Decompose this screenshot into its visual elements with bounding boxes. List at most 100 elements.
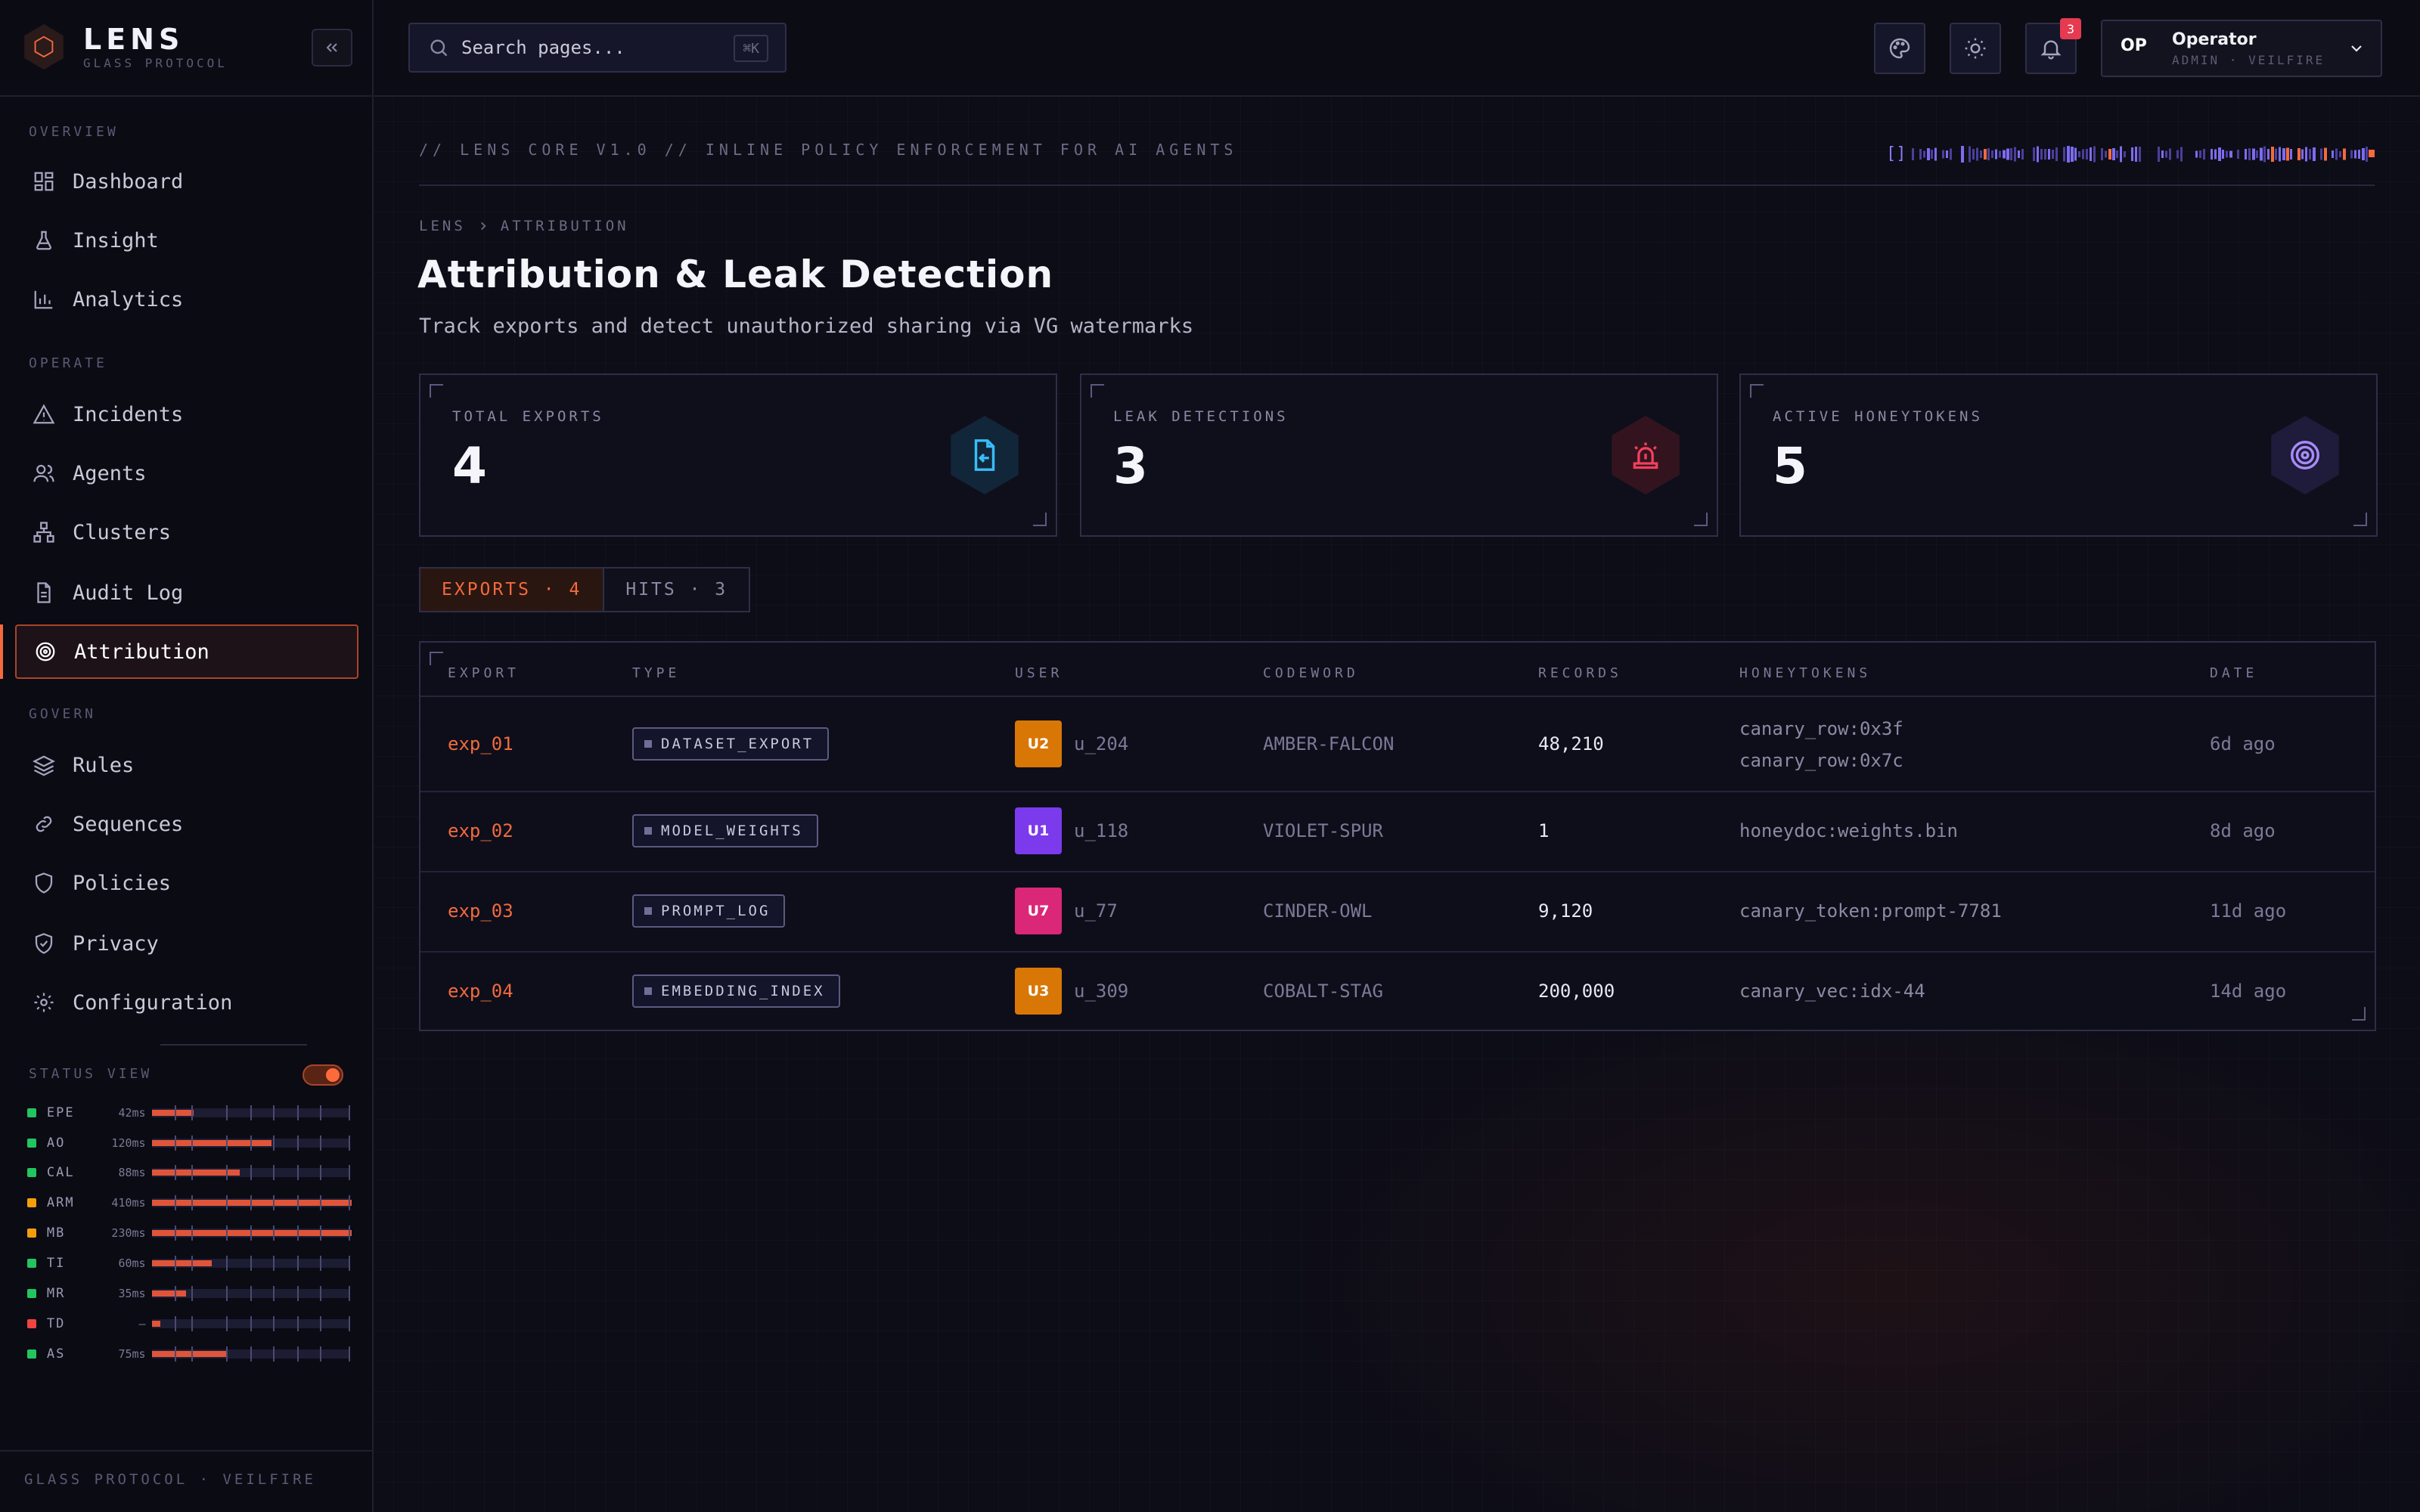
- sparkline-tick: [2301, 149, 2304, 160]
- latency-tick: [272, 1346, 275, 1362]
- collapse-sidebar-button[interactable]: [312, 29, 352, 67]
- latency-tick: [174, 1165, 176, 1180]
- status-row: CAL 88ms: [27, 1163, 350, 1182]
- latency-tick: [225, 1165, 228, 1180]
- tab-exports[interactable]: EXPORTS · 4: [420, 569, 605, 611]
- sparkline-tick: [2063, 147, 2065, 162]
- latency-tick: [225, 1346, 228, 1362]
- sidebar-item-dashboard[interactable]: Dashboard: [15, 154, 358, 209]
- status-view-toggle[interactable]: [302, 1064, 343, 1086]
- tab-bar: EXPORTS · 4 HITS · 3: [419, 567, 751, 612]
- user-menu[interactable]: OP Operator ADMIN · VEILFIRE: [2101, 20, 2382, 77]
- notifications-button[interactable]: 3: [2025, 18, 2081, 74]
- column-header-codeword[interactable]: CODEWORD: [1263, 665, 1359, 681]
- latency-tick: [272, 1165, 275, 1180]
- row-divider: [420, 951, 2375, 953]
- sidebar-item-policies[interactable]: Policies: [15, 856, 358, 910]
- sidebar-item-analytics[interactable]: Analytics: [15, 272, 358, 327]
- latency-tick: [348, 1105, 350, 1120]
- sparkline-tick: [2203, 149, 2205, 160]
- sparkline-tick: [1942, 150, 1944, 159]
- latency-tick: [319, 1316, 321, 1331]
- theme-toggle-button[interactable]: [1950, 23, 2001, 74]
- sparkline-tick: [2135, 147, 2137, 162]
- status-code: AS: [46, 1346, 66, 1362]
- type-badge-label: MODEL_WEIGHTS: [661, 823, 803, 839]
- sparkline-tick: [2074, 147, 2077, 161]
- latency-tick: [191, 1346, 193, 1362]
- sparkline-tick: [1995, 149, 1997, 160]
- breadcrumb-item-lens[interactable]: LENS: [419, 218, 466, 234]
- sidebar-item-incidents[interactable]: Incidents: [15, 387, 358, 442]
- theme-palette-button[interactable]: [1874, 23, 1925, 74]
- sparkline-tick: [2010, 148, 2012, 160]
- latency-tick: [296, 1225, 299, 1241]
- latency-tick: [225, 1316, 228, 1331]
- search-box[interactable]: ⌘K: [408, 23, 786, 73]
- column-header-export[interactable]: EXPORT: [448, 665, 520, 681]
- sidebar-item-insight[interactable]: Insight: [15, 213, 358, 268]
- column-header-date[interactable]: DATE: [2210, 665, 2257, 681]
- sidebar-item-sequences[interactable]: Sequences: [15, 797, 358, 851]
- sparkline-tick: [2256, 150, 2258, 158]
- export-date: 8d ago: [2210, 820, 2276, 841]
- tab-hits[interactable]: HITS · 3: [604, 569, 749, 611]
- sidebar-item-agents[interactable]: Agents: [15, 446, 358, 500]
- sparkline-tick: [1980, 150, 1982, 158]
- sidebar-item-configuration[interactable]: Configuration: [15, 975, 358, 1030]
- column-header-type[interactable]: TYPE: [632, 665, 680, 681]
- sidebar-item-rules[interactable]: Rules: [15, 738, 358, 792]
- breadcrumb-item-attribution: ATTRIBUTION: [500, 218, 629, 234]
- export-id[interactable]: exp_04: [448, 981, 513, 1002]
- sparkline-tick: [2279, 147, 2281, 162]
- divider: [160, 1044, 307, 1046]
- sparkline-tick: [2180, 147, 2183, 162]
- search-input[interactable]: [461, 37, 718, 58]
- sparkline-tick: [2324, 147, 2327, 161]
- sidebar-item-audit-log[interactable]: Audit Log: [15, 565, 358, 620]
- latency-tick: [191, 1286, 193, 1301]
- latency-tick: [296, 1256, 299, 1271]
- latency-tick: [296, 1286, 299, 1301]
- export-id[interactable]: exp_01: [448, 733, 513, 754]
- sidebar-item-label: Rules: [73, 753, 135, 777]
- sparkline-tick: [2086, 149, 2088, 160]
- sparkline-tick: [2275, 148, 2277, 160]
- status-indicator: [27, 1289, 36, 1298]
- sidebar-item-attribution[interactable]: Attribution: [15, 624, 358, 679]
- export-date: 6d ago: [2210, 733, 2276, 754]
- latency-tick: [319, 1225, 321, 1241]
- latency-tick: [296, 1136, 299, 1151]
- stat-card-total-exports: TOTAL EXPORTS 4: [419, 373, 1057, 537]
- sidebar-item-privacy[interactable]: Privacy: [15, 916, 358, 971]
- honeytoken: canary_token:prompt-7781: [1739, 900, 2002, 922]
- column-header-records[interactable]: RECORDS: [1538, 665, 1622, 681]
- sidebar-item-label: Insight: [73, 228, 159, 253]
- honeytoken: canary_row:0x7c: [1739, 750, 1903, 771]
- column-header-user[interactable]: USER: [1015, 665, 1063, 681]
- latency-tick: [272, 1286, 275, 1301]
- sidebar-item-label: Analytics: [73, 287, 184, 311]
- latency-tick: [250, 1195, 252, 1210]
- sparkline-tick: [2048, 149, 2050, 160]
- export-id[interactable]: exp_03: [448, 900, 513, 922]
- sparkline-tick: [2006, 148, 2009, 160]
- honeytoken: honeydoc:weights.bin: [1739, 820, 1958, 841]
- latency-tick: [272, 1136, 275, 1151]
- sparkline-tick: [2082, 149, 2084, 160]
- latency-bar-fill: [151, 1200, 352, 1206]
- export-id[interactable]: exp_02: [448, 820, 513, 841]
- ticker-bracket: []: [1886, 144, 1907, 163]
- corner-decoration: [430, 652, 443, 665]
- sparkline-tick: [1984, 149, 1987, 160]
- brand-subtitle: GLASS PROTOCOL: [83, 56, 228, 70]
- sparkline-tick: [2305, 147, 2307, 162]
- latency-tick: [174, 1256, 176, 1271]
- search-icon: [428, 37, 449, 58]
- notification-badge: 3: [2060, 18, 2081, 39]
- records-count: 200,000: [1538, 981, 1615, 1002]
- sidebar-item-clusters[interactable]: Clusters: [15, 505, 358, 559]
- sparkline-tick: [2169, 148, 2171, 160]
- column-header-honeytokens[interactable]: HONEYTOKENS: [1739, 665, 1871, 681]
- breadcrumb: LENS ATTRIBUTION: [419, 218, 629, 234]
